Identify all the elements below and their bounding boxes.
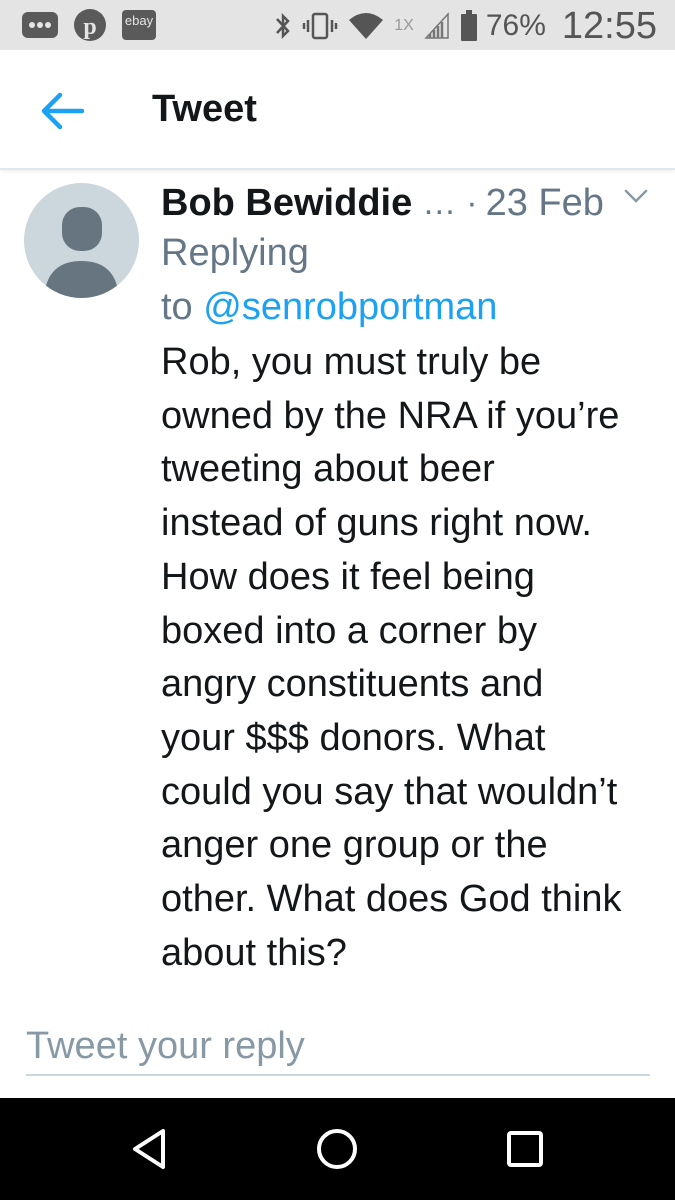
tweet: Bob Bewiddie … · 23 Feb Replying to @sen… xyxy=(0,170,675,989)
replying-to-prefix: to xyxy=(161,286,193,328)
reply-composer xyxy=(0,988,675,1098)
notification-icons: p ebay xyxy=(22,8,156,42)
author-name[interactable]: Bob Bewiddie xyxy=(161,182,412,225)
bluetooth-icon xyxy=(274,11,292,41)
nav-home-button[interactable] xyxy=(312,1124,362,1174)
battery-percent: 76% xyxy=(485,9,546,42)
default-avatar-icon xyxy=(44,207,119,298)
page-title: Tweet xyxy=(152,88,257,130)
circle-home-icon xyxy=(317,1129,357,1169)
svg-text:p: p xyxy=(83,14,96,40)
nav-recents-button[interactable] xyxy=(500,1124,550,1174)
wifi-icon xyxy=(348,12,384,40)
pinterest-icon: p xyxy=(72,8,108,42)
reply-input[interactable] xyxy=(26,1018,650,1076)
app-header: Tweet xyxy=(0,50,675,170)
replying-to-line: to @senrobportman xyxy=(161,286,497,329)
separator-dot: · xyxy=(466,183,478,222)
status-bar: p ebay 1X 76% 12:55 xyxy=(0,0,675,50)
back-button[interactable] xyxy=(36,88,88,134)
mention-link[interactable]: @senrobportman xyxy=(203,286,497,328)
nav-back-button[interactable] xyxy=(124,1124,174,1174)
tweet-header: Bob Bewiddie … · 23 Feb xyxy=(161,178,661,228)
tweet-menu-button[interactable] xyxy=(623,186,649,206)
replying-to-label: Replying xyxy=(161,232,309,274)
vibrate-icon xyxy=(302,12,338,40)
clock: 12:55 xyxy=(561,4,657,47)
battery-icon xyxy=(460,10,478,42)
signal-icon xyxy=(424,12,450,40)
square-recents-icon xyxy=(507,1131,543,1167)
name-truncation: … xyxy=(422,183,457,222)
avatar[interactable] xyxy=(24,183,139,298)
triangle-back-icon xyxy=(133,1129,165,1169)
tweet-date[interactable]: 23 Feb xyxy=(486,182,604,225)
network-badge: 1X xyxy=(394,17,414,34)
tweet-text: Rob, you must truly be owned by the NRA … xyxy=(161,341,622,974)
navigation-bar xyxy=(0,1098,675,1200)
ebay-icon: ebay xyxy=(122,10,156,40)
more-icon xyxy=(22,8,58,42)
back-arrow-icon xyxy=(41,92,84,130)
chevron-down-icon xyxy=(624,189,648,203)
system-status: 1X 76% 12:55 xyxy=(264,4,657,48)
